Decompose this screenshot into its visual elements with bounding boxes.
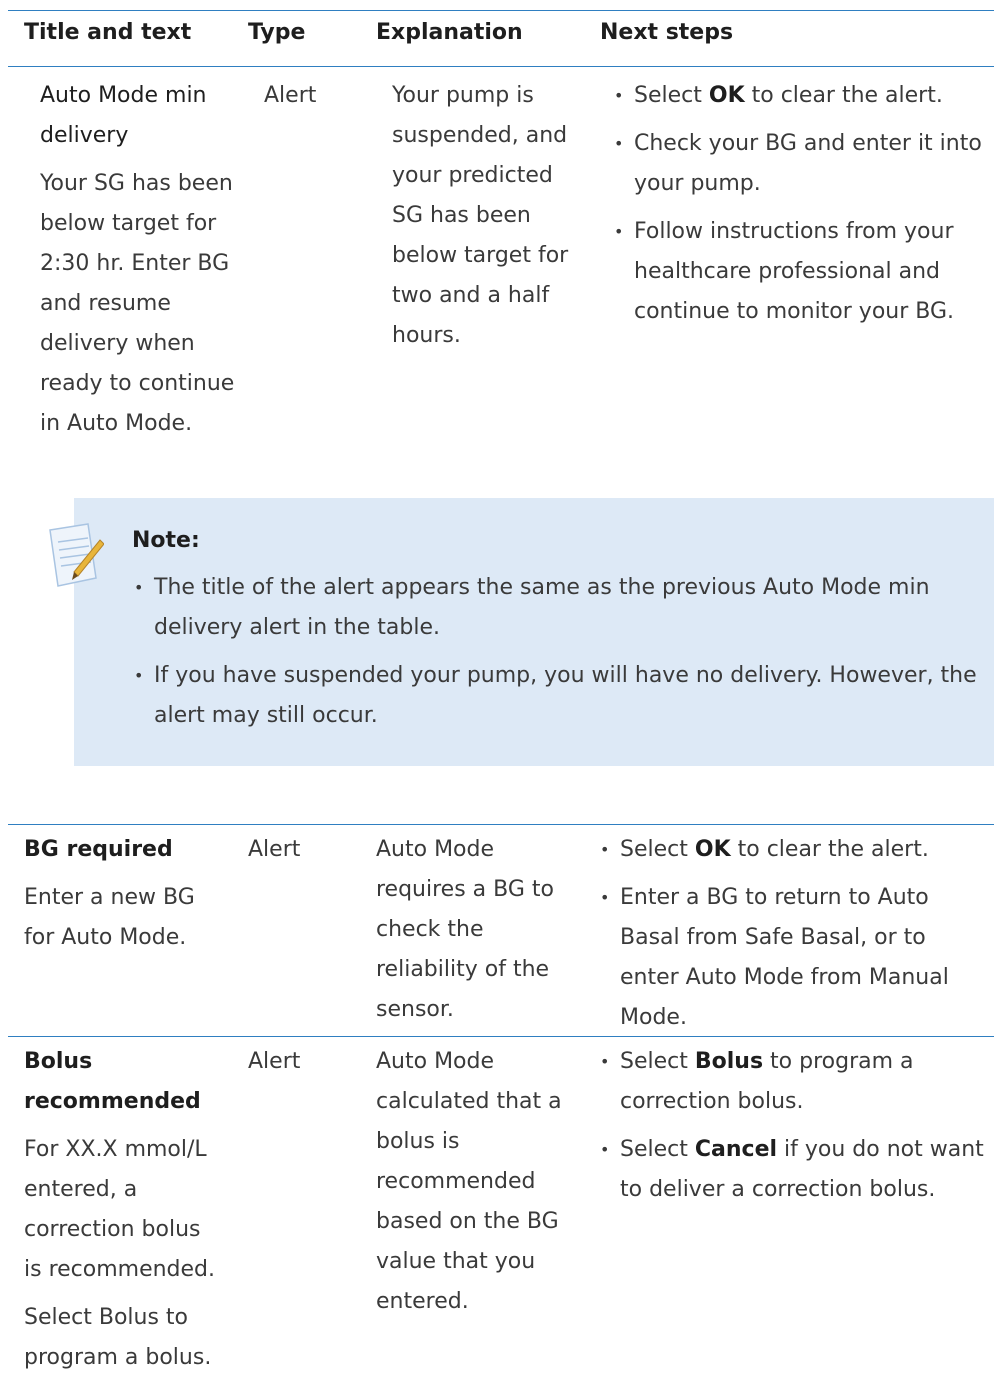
note-title: Note:: [132, 528, 200, 553]
row-explanation: Auto Mode calculated that a bolus is rec…: [376, 1049, 562, 1314]
note-item: The title of the alert appears the same …: [130, 568, 980, 648]
note-item: If you have suspended your pump, you wil…: [130, 656, 980, 736]
row-title: Bolus recommended: [24, 1049, 201, 1114]
row-steps: Select OK to clear the alert. Check your…: [610, 76, 990, 340]
header-explanation: Explanation: [376, 20, 523, 45]
row-explanation: Your pump is suspended, and your predict…: [392, 83, 569, 348]
step-item: Enter a BG to return to Auto Basal from …: [596, 878, 986, 1038]
row-rule: [8, 1036, 994, 1037]
notepad-pencil-icon: [49, 523, 104, 587]
header-type: Type: [248, 20, 306, 45]
row-title-cell: Auto Mode min delivery Your SG has been …: [40, 76, 240, 452]
step-item: Select OK to clear the alert.: [610, 76, 990, 116]
table-top-rule: [8, 10, 994, 11]
row-type: Alert: [248, 837, 301, 862]
row-steps: Select Bolus to program a correction bol…: [596, 1042, 986, 1218]
row-explanation: Auto Mode requires a BG to check the rel…: [376, 837, 554, 1022]
row-title-cell: Bolus recommended For XX.X mmol/L entere…: [24, 1042, 224, 1386]
row-type: Alert: [264, 83, 317, 108]
step-item: Follow instructions from your healthcare…: [610, 212, 990, 332]
step-item: Check your BG and enter it into your pum…: [610, 124, 990, 204]
header-title-and-text: Title and text: [24, 20, 192, 45]
step-item: Select OK to clear the alert.: [596, 830, 986, 870]
row-text: Select Bolus to program a bolus.: [24, 1305, 212, 1370]
row-text: Enter a new BG for Auto Mode.: [24, 885, 195, 950]
note-list: The title of the alert appears the same …: [130, 568, 980, 744]
row-title: Auto Mode min delivery: [40, 83, 207, 148]
step-item: Select Cancel if you do not want to deli…: [596, 1130, 986, 1210]
header-bottom-rule: [8, 66, 994, 67]
row-title: BG required: [24, 837, 173, 862]
row-rule: [8, 824, 994, 825]
row-text: For XX.X mmol/L entered, a correction bo…: [24, 1137, 216, 1282]
row-type: Alert: [248, 1049, 301, 1074]
row-text: Your SG has been below target for 2:30 h…: [40, 171, 235, 436]
row-steps: Select OK to clear the alert. Enter a BG…: [596, 830, 986, 1046]
step-item: Select Bolus to program a correction bol…: [596, 1042, 986, 1122]
header-next-steps: Next steps: [600, 20, 734, 45]
row-title-cell: BG required Enter a new BG for Auto Mode…: [24, 830, 229, 966]
